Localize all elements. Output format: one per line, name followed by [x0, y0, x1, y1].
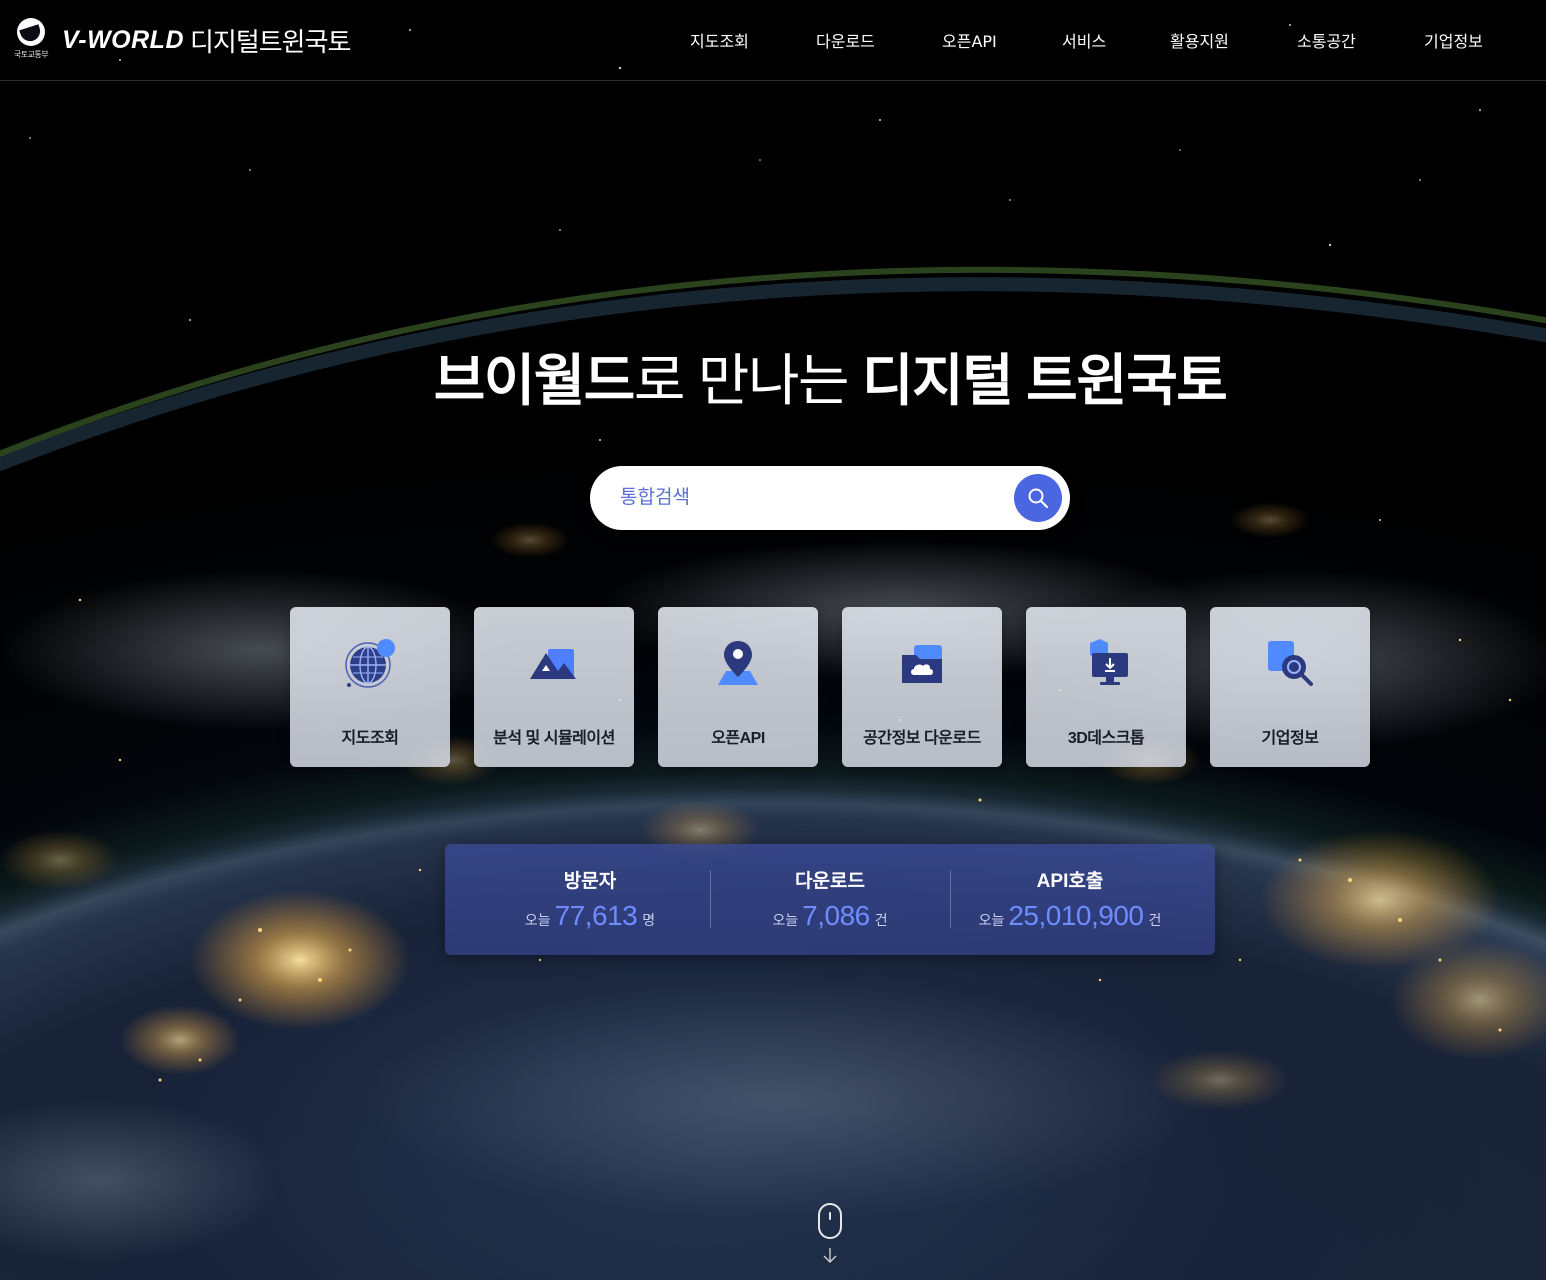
hero-title: 브이월드로 만나는 디지털 트윈국토: [0, 336, 1546, 417]
stat-title: 방문자: [563, 871, 617, 892]
stat-today-label: 오늘: [978, 912, 1005, 928]
quick-card-download[interactable]: 공간정보 다운로드: [842, 607, 1002, 767]
stat-today-label: 오늘: [772, 912, 799, 928]
quick-card-label: 3D데스크톱: [1067, 730, 1145, 747]
quick-card-open-api[interactable]: 오픈API: [658, 607, 818, 767]
stat-downloads: 다운로드 오늘 7,086 건: [710, 844, 950, 955]
stat-today-label: 오늘: [524, 912, 551, 928]
quick-menu: 지도조회 분석 및 시뮬레이션 오픈API 공간정보 다운로드 3D데스크톱 기…: [290, 607, 1370, 767]
cloud-folder-icon: [902, 645, 942, 683]
stat-unit: 건: [874, 912, 888, 928]
nav-item-company-info[interactable]: 기업정보: [1424, 28, 1483, 52]
stat-unit: 건: [1148, 912, 1162, 928]
mountain-icon: [530, 649, 576, 679]
quick-card-label: 공간정보 다운로드: [863, 730, 981, 747]
hero-title-brand: 브이월드: [433, 349, 636, 412]
nav-item-download[interactable]: 다운로드: [816, 28, 875, 52]
nav-item-open-api[interactable]: 오픈API: [942, 28, 997, 52]
quick-card-analysis[interactable]: 분석 및 시뮬레이션: [474, 607, 634, 767]
stat-visitors: 방문자 오늘 77,613 명: [465, 844, 715, 955]
stat-title: 다운로드: [795, 871, 865, 892]
ministry-logo[interactable]: 국토교통부: [8, 18, 54, 64]
search-button[interactable]: [1014, 474, 1062, 522]
arrow-down-icon: [823, 1248, 837, 1263]
brand-name: V-WORLD: [62, 25, 184, 54]
quick-card-label: 기업정보: [1261, 730, 1319, 747]
quick-card-company-info[interactable]: 기업정보: [1210, 607, 1370, 767]
stat-value: 7,086: [802, 900, 870, 931]
quick-card-label: 분석 및 시뮬레이션: [493, 730, 615, 747]
government-emblem-icon: [17, 18, 45, 46]
stat-value: 25,010,900: [1008, 900, 1144, 931]
stat-value: 77,613: [554, 900, 638, 931]
monitor-download-icon: [1090, 639, 1128, 685]
nav-item-map-view[interactable]: 지도조회: [690, 28, 749, 52]
stats-panel: 방문자 오늘 77,613 명 다운로드 오늘 7,086 건 API호출 오늘…: [445, 844, 1215, 955]
search-box: [590, 466, 1070, 530]
ministry-name: 국토교통부: [13, 50, 49, 59]
map-pin-icon: [718, 641, 758, 685]
quick-card-map-view[interactable]: 지도조회: [290, 607, 450, 767]
nav-item-service[interactable]: 서비스: [1062, 28, 1106, 52]
quick-card-3d-desktop[interactable]: 3D데스크톱: [1026, 607, 1186, 767]
stat-title: API호출: [1036, 871, 1104, 892]
nav-item-support[interactable]: 활용지원: [1170, 28, 1229, 52]
globe-icon: [345, 639, 395, 688]
vworld-logo[interactable]: V-WORLD 디지털트윈국토: [62, 24, 351, 57]
brand-subtitle: 디지털트윈국토: [190, 26, 351, 57]
quick-card-label: 오픈API: [711, 730, 765, 747]
quick-card-label: 지도조회: [341, 730, 399, 747]
site-header: 국토교통부 V-WORLD 디지털트윈국토 지도조회 다운로드 오픈API 서비…: [0, 0, 1546, 81]
search-icon: [1028, 488, 1049, 509]
stat-api-calls: API호출 오늘 25,010,900 건: [950, 844, 1190, 955]
stat-unit: 명: [642, 912, 656, 928]
scroll-wheel: [829, 1212, 831, 1220]
hero-title-middle: 로 만나는: [633, 349, 863, 412]
hero-title-highlight: 디지털 트윈국토: [862, 349, 1228, 412]
nav-item-community[interactable]: 소통공간: [1297, 28, 1356, 52]
scroll-mouse-icon[interactable]: [818, 1203, 842, 1239]
search-document-icon: [1268, 641, 1313, 686]
search-input[interactable]: [620, 480, 1000, 516]
